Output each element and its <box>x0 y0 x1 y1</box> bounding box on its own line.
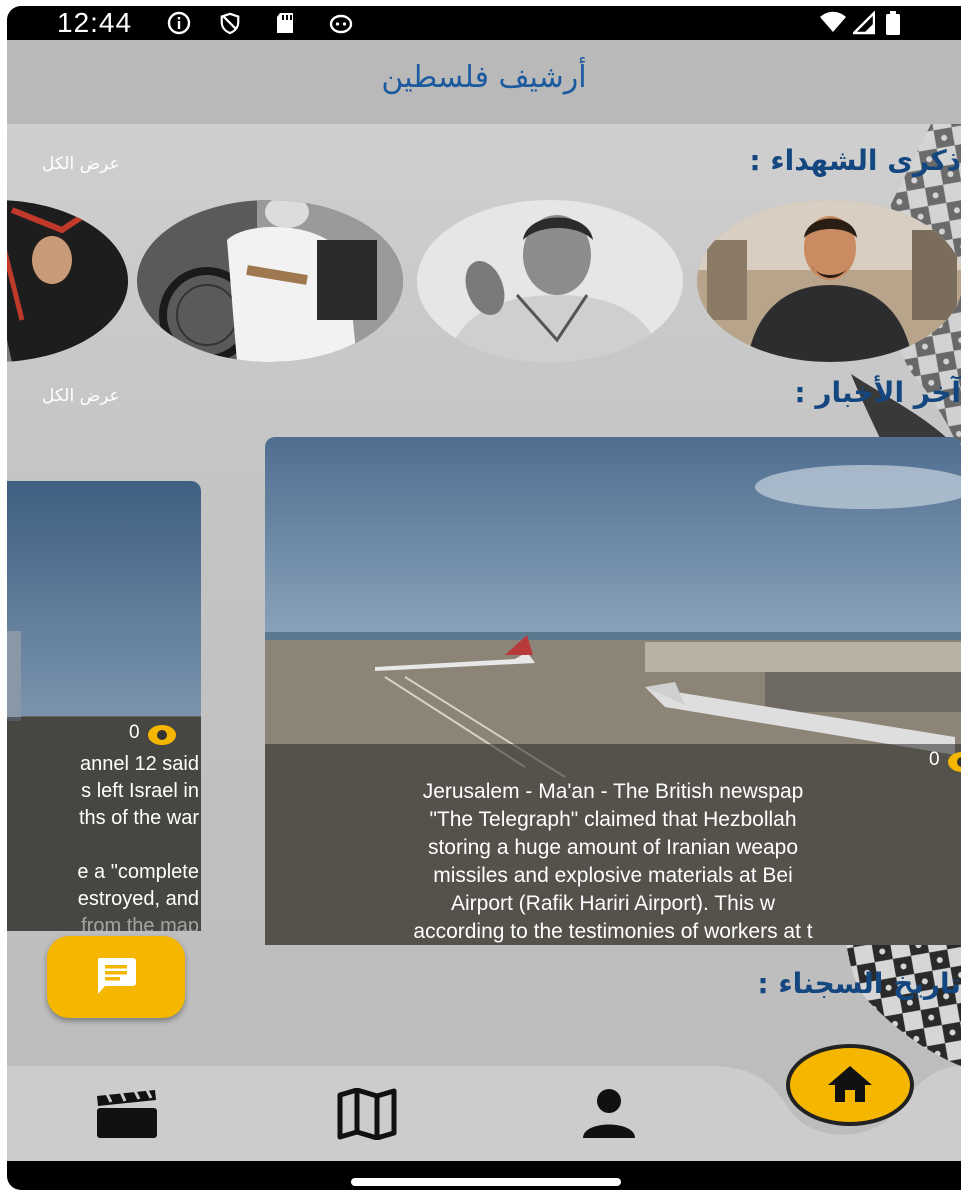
news-card-views: 0 <box>929 749 940 770</box>
battery-icon <box>886 11 900 35</box>
martyr-avatar[interactable] <box>7 200 128 362</box>
martyrs-section-title: ذكرى الشهداء : <box>749 144 961 177</box>
chat-fab-button[interactable] <box>47 936 185 1018</box>
main-content[interactable]: ذكرى الشهداء : عرض الكل آخر الأخبار: عر… <box>7 124 961 1066</box>
info-icon <box>167 11 191 35</box>
news-card[interactable]: 0 annel 12 said s left Israel in ths of … <box>7 481 201 931</box>
sd-card-icon <box>277 13 293 33</box>
person-icon[interactable] <box>579 1088 639 1140</box>
wifi-icon <box>820 11 846 32</box>
home-icon <box>828 1066 872 1102</box>
status-bar: 12:44 <box>7 6 961 40</box>
map-icon[interactable] <box>337 1088 397 1140</box>
clapperboard-icon[interactable] <box>95 1088 159 1140</box>
eye-icon <box>148 725 176 745</box>
status-time: 12:44 <box>57 7 133 38</box>
phone-screen: 12:44 أرشيف فلسطين ذكرى الشهداء: عرض ال… <box>7 6 961 1190</box>
app-bar: أرشيف فلسطين <box>7 40 961 124</box>
news-card-text: annel 12 said s left Israel in ths of th… <box>77 753 199 931</box>
chat-icon <box>97 958 136 994</box>
signal-icon <box>853 11 875 35</box>
cat-icon <box>329 14 353 34</box>
news-see-all-link[interactable]: عرض الكل <box>42 386 120 406</box>
eye-icon <box>948 752 961 772</box>
martyr-avatar[interactable] <box>137 200 403 362</box>
gesture-handle[interactable] <box>351 1178 621 1186</box>
prisoners-section-title: تاريخ السجناء : <box>757 967 961 1000</box>
news-card-views: 0 <box>129 722 140 743</box>
app-title: أرشيف فلسطين <box>381 60 587 95</box>
shield-icon <box>220 12 240 35</box>
news-card-text: Jerusalem - Ma'an - The British newspap … <box>413 780 813 943</box>
news-card[interactable]: 0 Jerusalem - Ma'an - The British newspa… <box>265 437 961 945</box>
martyr-avatar[interactable] <box>417 200 683 362</box>
home-nav-button[interactable] <box>786 1044 914 1126</box>
martyr-avatar[interactable] <box>697 200 961 362</box>
martyrs-see-all-link[interactable]: عرض الكل <box>42 154 120 174</box>
news-section-title: آخر الأخبار : <box>794 376 961 409</box>
